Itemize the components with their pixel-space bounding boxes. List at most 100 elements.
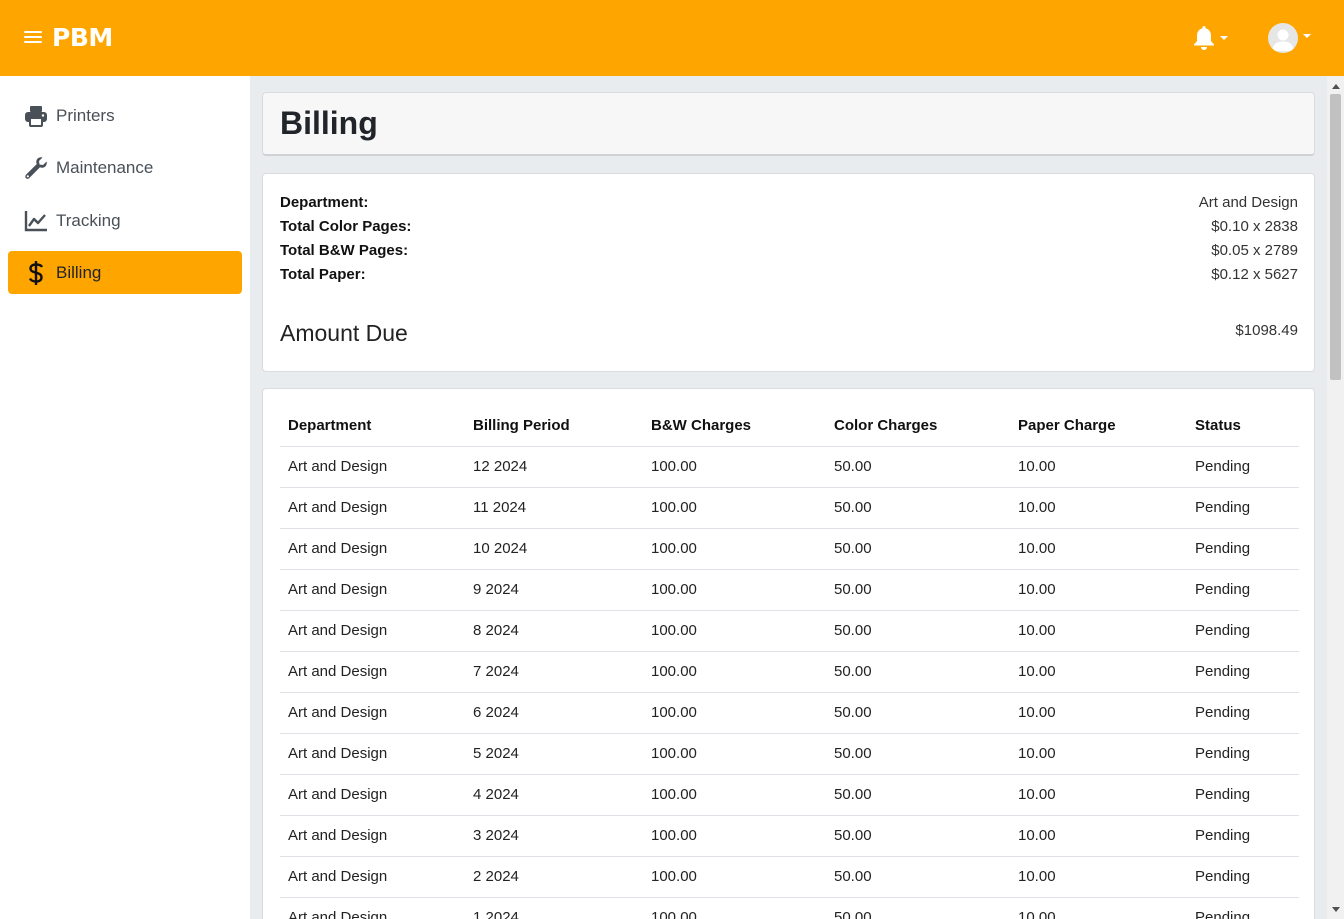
sidebar-item-label: Billing <box>56 262 102 282</box>
summary-value: $0.12 x 5627 <box>1211 266 1298 283</box>
cell-bw-charges: 100.00 <box>643 487 826 529</box>
table-row[interactable]: Art and Design 10 2024 100.00 50.00 10.00 Pen… <box>280 528 1299 570</box>
amount-due-value: $1098.49 <box>1235 322 1298 339</box>
cell-color-charges: 50.00 <box>826 528 1010 570</box>
table-row[interactable]: Art and Design 8 2024 100.00 50.00 10.00 Pend… <box>280 610 1299 652</box>
table-row[interactable]: Art and Design 12 2024 100.00 50.00 10.00 Pen… <box>280 446 1299 488</box>
cell-billing-period: 7 2024 <box>465 651 643 693</box>
cell-department: Art and Design <box>280 651 465 693</box>
cell-color-charges: 50.00 <box>826 897 1010 919</box>
cell-color-charges: 50.00 <box>826 569 1010 611</box>
table-row[interactable]: Art and Design 11 2024 100.00 50.00 10.00 Pen… <box>280 487 1299 529</box>
billing-table-card: Department Billing Period B&W Charges Co… <box>262 388 1315 919</box>
summary-value: $0.05 x 2789 <box>1211 242 1298 259</box>
summary-row-paper: Total Paper: $0.12 x 5627 <box>280 263 1298 287</box>
cell-bw-charges: 100.00 <box>643 446 826 488</box>
user-menu-dropdown[interactable] <box>1268 23 1314 53</box>
cell-billing-period: 6 2024 <box>465 692 643 734</box>
sidebar-item-maintenance[interactable]: Maintenance <box>8 146 242 189</box>
cell-bw-charges: 100.00 <box>643 815 826 857</box>
cell-billing-period: 12 2024 <box>465 446 643 488</box>
column-header[interactable]: Status <box>1187 406 1299 447</box>
cell-status: Pending <box>1187 651 1299 693</box>
sidebar-item-billing[interactable]: Billing <box>8 251 242 294</box>
hamburger-menu-icon[interactable] <box>24 28 42 48</box>
cell-color-charges: 50.00 <box>826 774 1010 816</box>
table-row[interactable]: Art and Design 1 2024 100.00 50.00 10.00 Pend… <box>280 897 1299 919</box>
cell-billing-period: 1 2024 <box>465 897 643 919</box>
cell-department: Art and Design <box>280 446 465 488</box>
cell-paper-charge: 10.00 <box>1010 856 1187 898</box>
cell-department: Art and Design <box>280 897 465 919</box>
scroll-down-arrow-icon[interactable] <box>1332 907 1340 912</box>
summary-label: Total B&W Pages: <box>280 242 409 259</box>
billing-summary-card: Department: Art and Design Total Color P… <box>262 173 1315 372</box>
cell-status: Pending <box>1187 774 1299 816</box>
cell-color-charges: 50.00 <box>826 610 1010 652</box>
cell-status: Pending <box>1187 815 1299 857</box>
cell-department: Art and Design <box>280 815 465 857</box>
scroll-thumb[interactable] <box>1330 94 1341 380</box>
cell-bw-charges: 100.00 <box>643 733 826 775</box>
dollar-icon <box>28 260 44 285</box>
sidebar-item-printers[interactable]: Printers <box>8 94 242 137</box>
amount-due-label: Amount Due <box>280 320 408 346</box>
cell-color-charges: 50.00 <box>826 733 1010 775</box>
page-header-card: Billing <box>262 92 1315 156</box>
column-header[interactable]: Billing Period <box>465 406 643 447</box>
cell-billing-period: 9 2024 <box>465 569 643 611</box>
summary-label: Total Color Pages: <box>280 218 412 235</box>
sidebar-item-tracking[interactable]: Tracking <box>8 199 242 242</box>
table-row[interactable]: Art and Design 9 2024 100.00 50.00 10.00 Pend… <box>280 569 1299 611</box>
summary-row-department: Department: Art and Design <box>280 191 1298 215</box>
table-row[interactable]: Art and Design 2 2024 100.00 50.00 10.00 Pend… <box>280 856 1299 898</box>
table-row[interactable]: Art and Design 6 2024 100.00 50.00 10.00 Pend… <box>280 692 1299 734</box>
sidebar: Printers Maintenance Tracking Billing <box>0 76 250 919</box>
cell-billing-period: 3 2024 <box>465 815 643 857</box>
cell-department: Art and Design <box>280 733 465 775</box>
scroll-up-arrow-icon[interactable] <box>1332 84 1340 89</box>
cell-bw-charges: 100.00 <box>643 651 826 693</box>
cell-department: Art and Design <box>280 569 465 611</box>
summary-value: $0.10 x 2838 <box>1211 218 1298 235</box>
user-icon <box>1272 29 1294 51</box>
cell-billing-period: 4 2024 <box>465 774 643 816</box>
cell-department: Art and Design <box>280 528 465 570</box>
table-row[interactable]: Art and Design 3 2024 100.00 50.00 10.00 Pend… <box>280 815 1299 857</box>
chevron-down-icon <box>1303 34 1311 38</box>
sidebar-item-label: Printers <box>56 105 115 125</box>
column-header[interactable]: Color Charges <box>826 406 1010 447</box>
table-row[interactable]: Art and Design 5 2024 100.00 50.00 10.00 Pend… <box>280 733 1299 775</box>
column-header[interactable]: B&W Charges <box>643 406 826 447</box>
column-header[interactable]: Department <box>280 406 465 447</box>
cell-department: Art and Design <box>280 692 465 734</box>
summary-row-color-pages: Total Color Pages: $0.10 x 2838 <box>280 215 1298 239</box>
column-header[interactable]: Paper Charge <box>1010 406 1187 447</box>
cell-paper-charge: 10.00 <box>1010 528 1187 570</box>
table-header-row: Department Billing Period B&W Charges Co… <box>280 406 1299 447</box>
table-row[interactable]: Art and Design 4 2024 100.00 50.00 10.00 Pend… <box>280 774 1299 816</box>
summary-label: Department: <box>280 194 369 211</box>
cell-bw-charges: 100.00 <box>643 774 826 816</box>
billing-table: Department Billing Period B&W Charges Co… <box>280 406 1299 919</box>
cell-bw-charges: 100.00 <box>643 897 826 919</box>
cell-paper-charge: 10.00 <box>1010 815 1187 857</box>
brand-logo[interactable]: PBM <box>52 23 113 53</box>
cell-department: Art and Design <box>280 610 465 652</box>
sidebar-item-label: Tracking <box>56 210 121 230</box>
notifications-dropdown[interactable] <box>1192 25 1228 51</box>
page-title: Billing <box>280 105 378 141</box>
summary-row-bw-pages: Total B&W Pages: $0.05 x 2789 <box>280 239 1298 263</box>
cell-billing-period: 5 2024 <box>465 733 643 775</box>
cell-billing-period: 10 2024 <box>465 528 643 570</box>
cell-status: Pending <box>1187 528 1299 570</box>
page-scrollbar[interactable] <box>1327 76 1344 919</box>
cell-paper-charge: 10.00 <box>1010 569 1187 611</box>
table-row[interactable]: Art and Design 7 2024 100.00 50.00 10.00 Pend… <box>280 651 1299 693</box>
cell-color-charges: 50.00 <box>826 651 1010 693</box>
cell-status: Pending <box>1187 856 1299 898</box>
cell-bw-charges: 100.00 <box>643 856 826 898</box>
cell-status: Pending <box>1187 610 1299 652</box>
cell-paper-charge: 10.00 <box>1010 651 1187 693</box>
cell-paper-charge: 10.00 <box>1010 733 1187 775</box>
